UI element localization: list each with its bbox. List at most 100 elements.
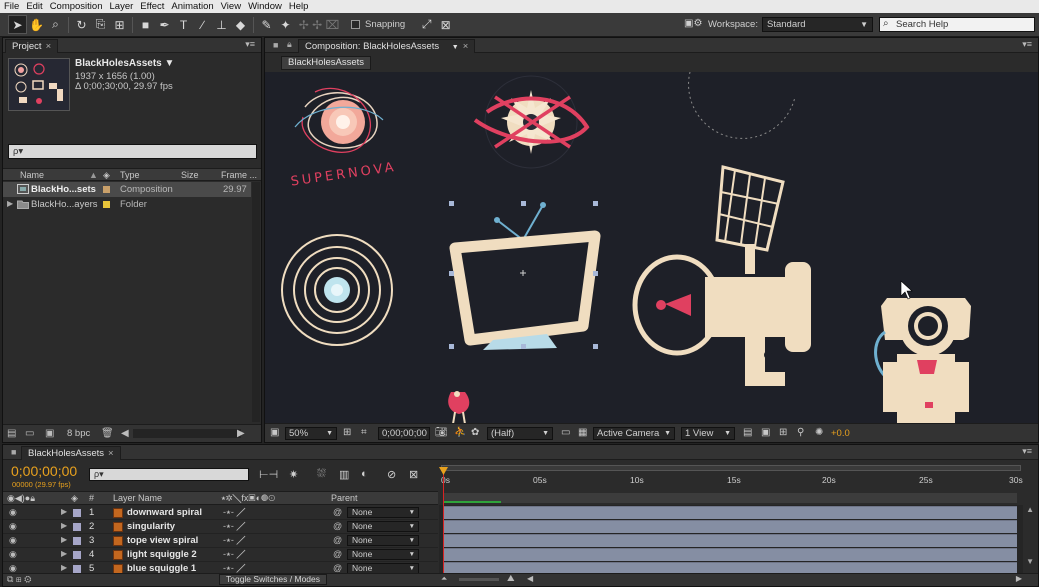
scroll-up-icon[interactable]: ▲ [1026,505,1034,514]
close-icon[interactable]: × [463,41,469,52]
zoom-tool-icon[interactable]: ⌕ [46,15,65,34]
resolution-select[interactable]: (Half) ▼ [487,427,553,440]
expand-arrow-icon[interactable]: ▶ [7,199,13,208]
expand-arrow-icon[interactable]: ▶ [61,507,67,516]
work-area-bar[interactable] [441,465,1021,471]
av-features-icon[interactable]: ◉◀)●🔒︎ [7,493,35,504]
region-of-interest-icon[interactable]: ▭ [561,427,570,438]
tab-timeline[interactable]: BlackHolesAssets × [21,446,121,460]
label-column-icon[interactable]: ◈ [103,170,110,181]
timeline-current-time[interactable]: 0;00;00;00 [11,463,77,479]
pan-behind-tool-icon[interactable]: ⊞ [110,15,129,34]
scroll-left-icon[interactable]: ◀ [121,428,129,439]
project-search-input[interactable]: ρ▾ [8,144,257,159]
pickwhip-icon[interactable]: @ [333,535,342,545]
toggle-pixel-aspect-icon[interactable]: ▤ [743,427,752,438]
bit-depth-button[interactable]: 8 bpc [67,428,90,439]
menu-file[interactable]: File [4,1,24,12]
time-ruler[interactable]: 0s 05s 10s 15s 20s 25s 30s [439,461,1023,505]
snap-features-icon[interactable]: ⊠ [436,15,455,34]
type-tool-icon[interactable]: T [174,15,193,34]
search-help-input[interactable]: ⌕ Search Help [879,17,1035,32]
zoom-in-icon[interactable]: ⛰ [507,573,515,584]
astronaut-graphic[interactable] [874,298,971,423]
puppet-tool-icon[interactable]: ✦ [276,15,295,34]
menu-composition[interactable]: Composition [50,1,108,12]
column-type[interactable]: Type [120,170,140,180]
safe-margins-icon[interactable]: ⊞ [343,427,351,438]
project-item-folder[interactable]: ▶ BlackHo...ayers Folder [3,197,251,212]
interpret-footage-icon[interactable]: ▤ [7,428,16,439]
supernova-graphic[interactable]: SUPERNOVA [290,87,398,190]
tv-graphic[interactable] [449,201,601,350]
expand-arrow-icon[interactable]: ▶ [61,563,67,572]
roto-brush-tool-icon[interactable]: ✎ [257,15,276,34]
snap-edges-icon[interactable]: ⤢ [417,15,436,34]
label-column-icon[interactable]: ◈ [71,493,78,504]
mask-visibility-icon[interactable]: ⌗ [361,427,367,438]
lock-icon[interactable]: 🔒︎ [287,39,292,50]
column-name[interactable]: Name [20,170,44,180]
trash-icon[interactable]: 🗑 [101,428,114,439]
workspace-select[interactable]: Standard ▼ [762,17,873,32]
switches-icons[interactable]: ⭑✲╲fx▣◐◍⊙ [221,493,275,504]
label-color-chip[interactable] [73,565,81,573]
menu-animation[interactable]: Animation [171,1,218,12]
column-number[interactable]: # [89,493,94,503]
timeline-search-input[interactable]: ρ▾ [89,468,249,481]
composition-mini-flowchart-icon[interactable]: ⊢⊣ [259,468,278,481]
pickwhip-icon[interactable]: @ [333,521,342,531]
asset-name[interactable]: BlackHolesAssets ▼ [75,58,174,69]
label-color-chip[interactable] [73,537,81,545]
show-snapshot-icon[interactable]: ⛹ [454,427,466,438]
workspace-icon[interactable]: ▣⚙ [684,18,702,31]
layer-row[interactable]: ◉ ▶ 1 downward spiral -⭑- ╱ @ None ▼ [3,506,438,520]
panel-menu-icon[interactable]: ▾≡ [1022,39,1032,50]
time-zoom-slider[interactable] [459,578,499,581]
tab-composition[interactable]: Composition: BlackHolesAssets ▼ × [298,39,476,53]
expand-arrow-icon[interactable]: ▶ [61,549,67,558]
graph-editor-icon[interactable]: ⊘ [387,468,396,481]
layer-duration-bar[interactable] [443,534,1017,547]
menu-view[interactable]: View [221,1,246,12]
parent-select[interactable]: None ▼ [347,549,419,560]
layer-switches[interactable]: -⭑- ╱ [223,535,245,546]
rotate-tool-icon[interactable]: ↻ [72,15,91,34]
pen-tool-icon[interactable]: ✒ [155,15,174,34]
menu-effect[interactable]: Effect [140,1,169,12]
layer-switches[interactable]: -⭑- ╱ [223,549,245,560]
brush-tool-icon[interactable]: ∕ [193,15,212,34]
column-size[interactable]: Size [181,170,199,180]
always-preview-icon[interactable]: ▣ [270,427,279,438]
eye-icon[interactable]: ◉ [9,507,17,518]
satellite-graphic[interactable] [632,165,811,386]
zoom-out-icon[interactable]: ⏶ [441,574,447,584]
plug-graphic[interactable] [448,391,470,423]
close-icon[interactable]: × [108,448,114,459]
label-color-chip[interactable] [73,551,81,559]
toggle-switches-modes-button[interactable]: Toggle Switches / Modes [219,574,327,585]
scroll-left-icon[interactable]: ◀ [527,574,533,583]
view-layout-select[interactable]: 1 View ▼ [681,427,735,440]
layer-duration-bar[interactable] [443,562,1017,573]
menu-window[interactable]: Window [248,1,287,12]
layer-duration-bar[interactable] [443,548,1017,561]
menu-help[interactable]: Help [289,1,314,12]
eye-icon[interactable]: ◉ [9,521,17,532]
parent-select[interactable]: None ▼ [347,535,419,546]
current-time-display[interactable]: 0;00;00;00 [378,427,430,440]
parent-select[interactable]: None ▼ [347,521,419,532]
scroll-right-icon[interactable]: ▶ [1016,574,1022,583]
expand-arrow-icon[interactable]: ▶ [61,535,67,544]
new-folder-icon[interactable]: ▭ [25,428,34,439]
exposure-value[interactable]: +0.0 [831,428,850,439]
expand-panes-icons[interactable]: ⧉ ⊞ ⚙ [7,574,31,585]
layer-duration-bar[interactable] [443,520,1017,533]
chevron-down-icon[interactable]: ▼ [452,44,459,51]
panel-menu-icon[interactable]: ▾≡ [245,39,255,50]
column-layer-name[interactable]: Layer Name [113,493,162,503]
scroll-down-icon[interactable]: ▼ [1026,557,1034,566]
project-hscrollbar[interactable] [133,429,241,438]
draft-3d-icon[interactable]: ✷ [289,468,298,481]
layer-switches[interactable]: -⭑- ╱ [223,507,245,518]
